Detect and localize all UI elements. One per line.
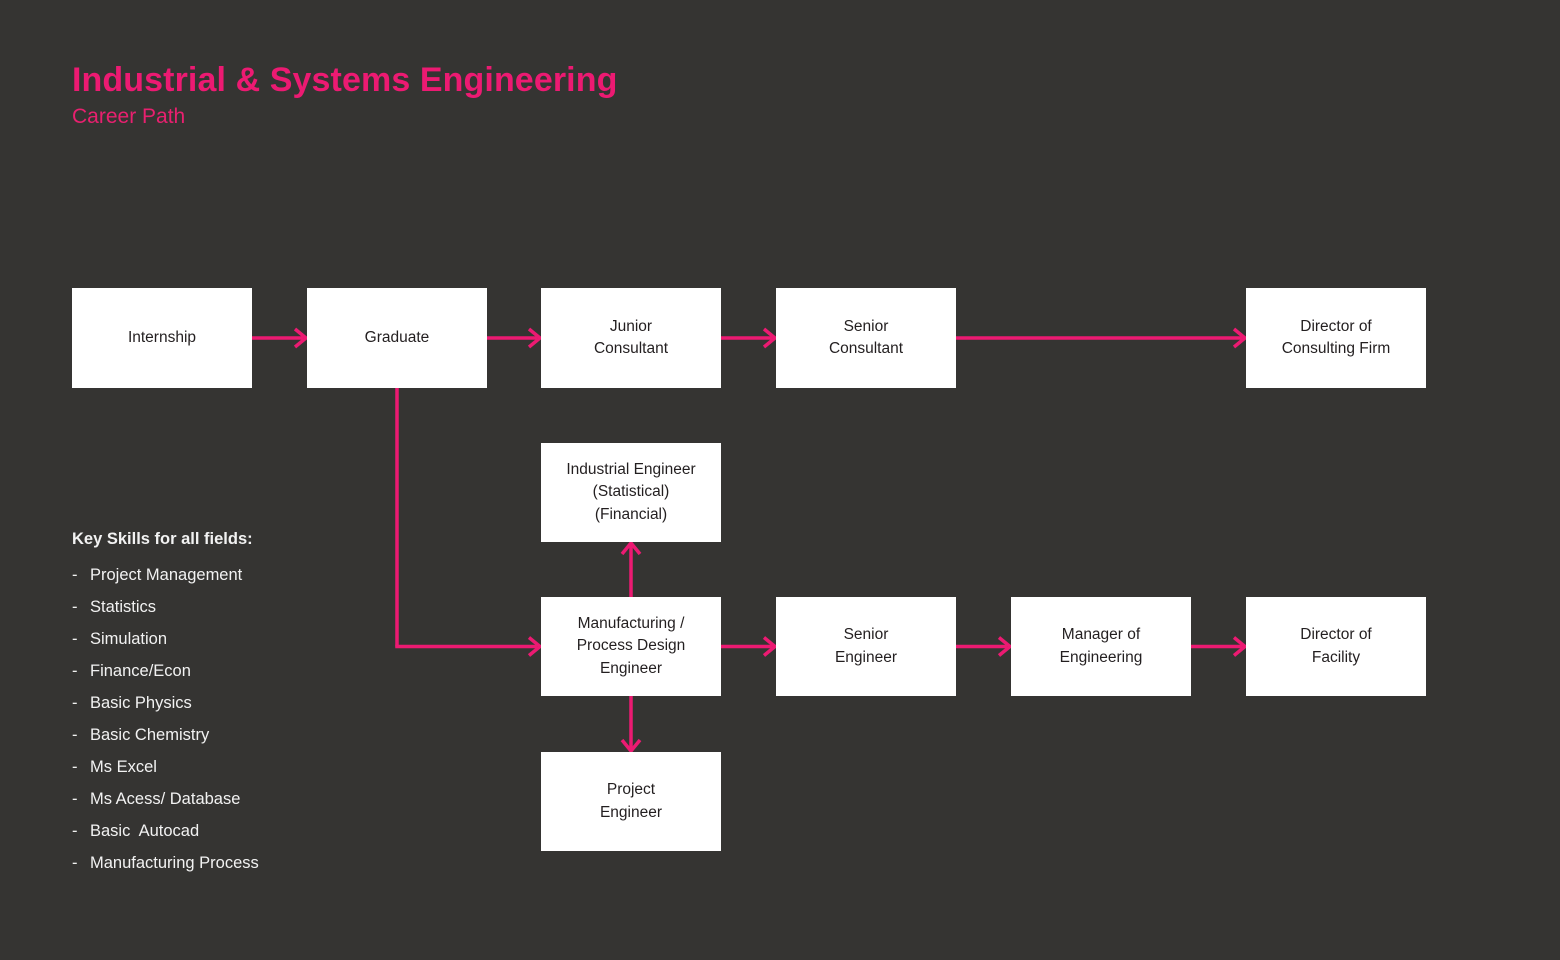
- bullet-dash: -: [72, 598, 78, 616]
- node-label: Manufacturing / Process Design Engineer: [576, 614, 686, 677]
- key-skill-item: - Project Management: [72, 566, 402, 585]
- node-label: Junior Consultant: [593, 317, 669, 357]
- key-skill-label: Statistics: [90, 598, 157, 616]
- page-header: Industrial & Systems Engineering Career …: [72, 60, 617, 129]
- key-skill-item: - Manufacturing Process: [72, 854, 402, 873]
- node-manufacturing-process-design-engineer[interactable]: Manufacturing / Process Design Engineer: [541, 597, 721, 696]
- node-project-engineer[interactable]: Project Engineer: [541, 752, 721, 851]
- node-internship[interactable]: Internship: [72, 288, 252, 388]
- node-director-of-facility[interactable]: Director of Facility: [1246, 597, 1426, 696]
- key-skill-item: - Simulation: [72, 630, 402, 649]
- node-label: Manager of Engineering: [1059, 626, 1143, 666]
- node-label: Industrial Engineer (Statistical) (Finan…: [566, 460, 696, 523]
- key-skills-heading: Key Skills for all fields:: [72, 530, 253, 548]
- key-skills-list: - Project Management - Statistics - Simulatio…: [72, 566, 402, 873]
- key-skill-label: Manufacturing Process: [90, 854, 259, 872]
- node-graduate[interactable]: Graduate: [307, 288, 487, 388]
- key-skill-item: - Ms Excel: [72, 758, 402, 777]
- node-industrial-engineer[interactable]: Industrial Engineer (Statistical) (Finan…: [541, 443, 721, 542]
- key-skill-label: Project Management: [90, 566, 243, 584]
- key-skill-item: - Finance/Econ: [72, 662, 402, 681]
- key-skill-item: - Basic Physics: [72, 694, 402, 713]
- page-subtitle: Career Path: [72, 105, 186, 129]
- key-skill-label: Ms Excel: [90, 758, 157, 776]
- bullet-dash: -: [72, 758, 78, 776]
- key-skill-label: Ms Acess/ Database: [90, 790, 241, 808]
- bullet-dash: -: [72, 854, 78, 872]
- bullet-dash: -: [72, 566, 78, 584]
- bullet-dash: -: [72, 630, 78, 648]
- key-skill-item: - Ms Acess/ Database: [72, 790, 402, 809]
- key-skill-label: Basic Chemistry: [90, 726, 210, 744]
- bullet-dash: -: [72, 694, 78, 712]
- node-junior-consultant[interactable]: Junior Consultant: [541, 288, 721, 388]
- key-skill-item: - Statistics: [72, 598, 402, 617]
- page-title: Industrial & Systems Engineering: [72, 61, 618, 99]
- key-skill-label: Simulation: [90, 630, 168, 648]
- node-senior-engineer[interactable]: Senior Engineer: [776, 597, 956, 696]
- key-skill-item: - Basic Autocad: [72, 822, 402, 841]
- node-label: Senior Engineer: [834, 626, 898, 666]
- bullet-dash: -: [72, 726, 78, 744]
- key-skill-item: - Basic Chemistry: [72, 726, 402, 745]
- key-skill-label: Basic Autocad: [90, 822, 200, 840]
- node-label: Internship: [127, 328, 197, 346]
- node-label: Project Engineer: [599, 781, 663, 821]
- node-label: Senior Consultant: [828, 317, 904, 357]
- node-senior-consultant[interactable]: Senior Consultant: [776, 288, 956, 388]
- key-skill-label: Basic Physics: [90, 694, 192, 712]
- node-label: Graduate: [364, 328, 430, 346]
- bullet-dash: -: [72, 662, 78, 680]
- node-manager-of-engineering[interactable]: Manager of Engineering: [1011, 597, 1191, 696]
- node-label: Director of Consulting Firm: [1281, 317, 1391, 357]
- node-director-consulting-firm[interactable]: Director of Consulting Firm: [1246, 288, 1426, 388]
- node-label: Director of Facility: [1300, 626, 1372, 666]
- bullet-dash: -: [72, 822, 78, 840]
- key-skills-panel: Key Skills for all fields: - Project Mana…: [72, 530, 402, 886]
- key-skill-label: Finance/Econ: [90, 662, 191, 680]
- bullet-dash: -: [72, 790, 78, 808]
